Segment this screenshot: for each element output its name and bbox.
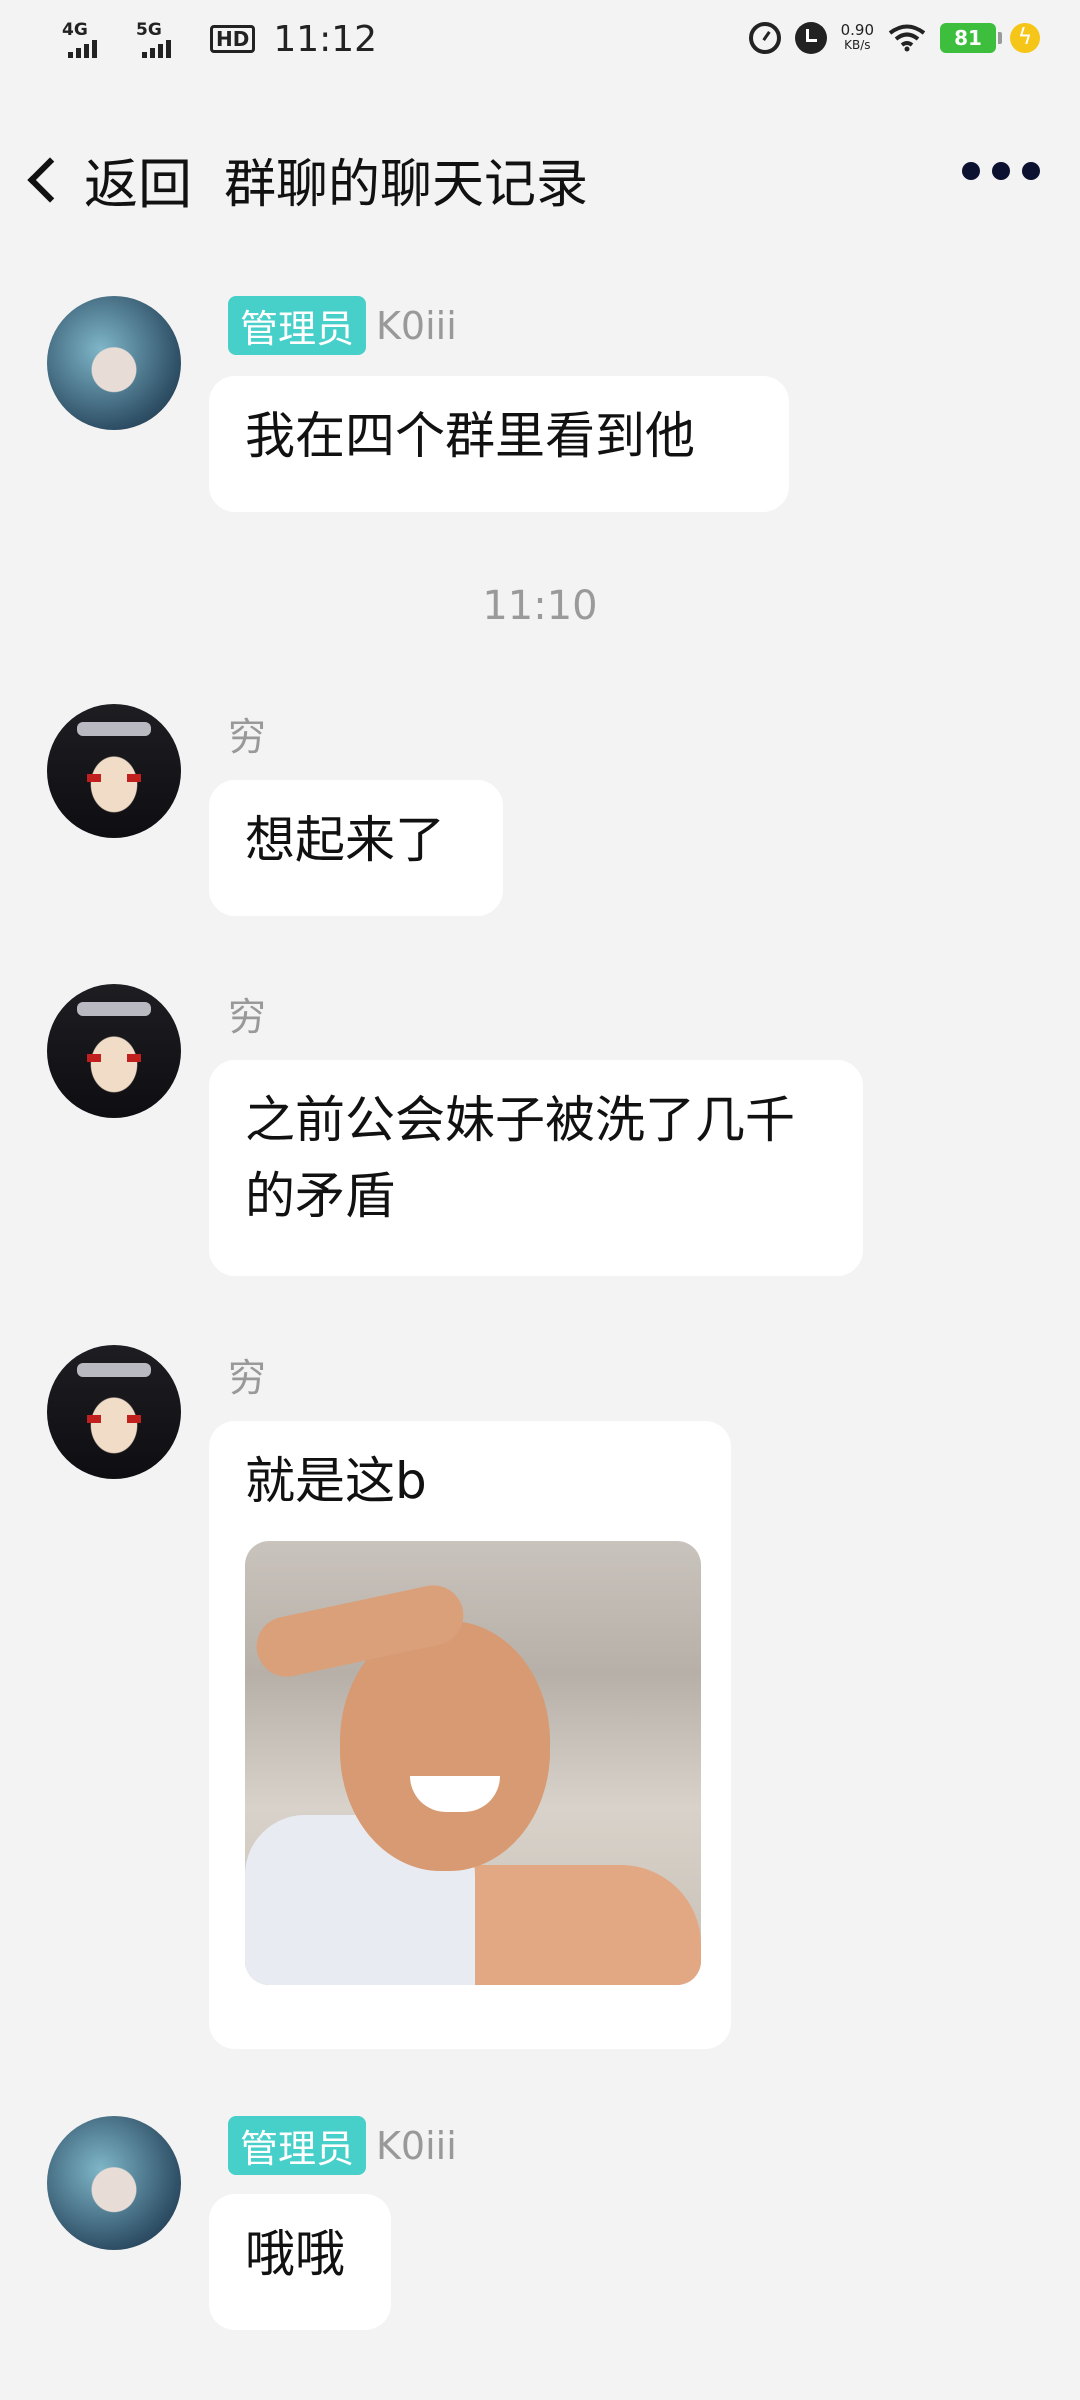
hd-voice-icon: HD	[210, 25, 256, 53]
sender-name: 穷	[228, 995, 267, 1039]
sender-row: 穷	[228, 706, 266, 761]
alarm-icon	[794, 22, 827, 54]
network-speed-unit: KB/s	[844, 38, 871, 52]
message-timestamp: 11:10	[482, 583, 598, 629]
avatar[interactable]	[47, 2116, 181, 2250]
message-bubble[interactable]: 就是这b	[209, 1421, 731, 2049]
message-text: 哦哦	[245, 2225, 345, 2283]
chevron-left-icon	[27, 156, 73, 203]
page-title: 群聊的聊天记录	[224, 155, 589, 215]
avatar[interactable]	[47, 1345, 181, 1479]
sender-row: 穷	[228, 1347, 266, 1402]
message-text: 我在四个群里看到他	[245, 407, 695, 465]
more-dot-icon	[962, 162, 980, 180]
cellular-signal-icon: 4G	[62, 18, 122, 60]
sender-name: 穷	[228, 1356, 267, 1400]
message-bubble[interactable]: 我在四个群里看到他	[209, 376, 789, 512]
charging-icon: ϟ	[1010, 23, 1040, 53]
sender-name: 穷	[228, 715, 267, 759]
speedometer-icon	[748, 22, 781, 54]
sender-row: 管理员 K0iii	[228, 2116, 457, 2175]
status-time: 11:12	[273, 18, 378, 60]
more-options-button[interactable]	[962, 162, 1040, 180]
cellular-signal-icon-2: 5G	[136, 18, 196, 60]
avatar[interactable]	[47, 704, 181, 838]
back-label: 返回	[84, 153, 192, 216]
sender-row: 管理员 K0iii	[228, 296, 457, 355]
battery-icon: 81	[940, 23, 1002, 53]
nav-bar: 返回 群聊的聊天记录	[0, 100, 1080, 240]
admin-badge: 管理员	[228, 296, 367, 355]
sender-name: K0iii	[376, 303, 457, 348]
avatar[interactable]	[47, 296, 181, 430]
admin-badge: 管理员	[228, 2116, 367, 2175]
sender-name: K0iii	[376, 2123, 457, 2168]
back-button[interactable]: 返回	[18, 140, 192, 219]
more-dot-icon	[992, 162, 1010, 180]
message-image[interactable]	[245, 1541, 701, 1985]
message-bubble[interactable]: 哦哦	[209, 2194, 391, 2330]
message-text: 想起来了	[245, 811, 445, 869]
status-bar: 4G 5G HD 11:12 0.90 KB/s 81 ϟ	[0, 0, 1080, 86]
message-text: 就是这b	[245, 1452, 427, 1510]
message-bubble[interactable]: 想起来了	[209, 780, 503, 916]
message-bubble[interactable]: 之前公会妹子被洗了几千的矛盾	[209, 1060, 863, 1276]
more-dot-icon	[1022, 162, 1040, 180]
network-speed-value: 0.90	[840, 21, 874, 39]
network-speed: 0.90 KB/s	[841, 23, 874, 53]
sender-row: 穷	[228, 986, 266, 1041]
network-type-label: 4G	[62, 20, 88, 40]
message-text: 之前公会妹子被洗了几千的矛盾	[245, 1091, 795, 1225]
network-type-label-2: 5G	[136, 20, 162, 40]
wifi-icon	[888, 24, 926, 52]
avatar[interactable]	[47, 984, 181, 1118]
